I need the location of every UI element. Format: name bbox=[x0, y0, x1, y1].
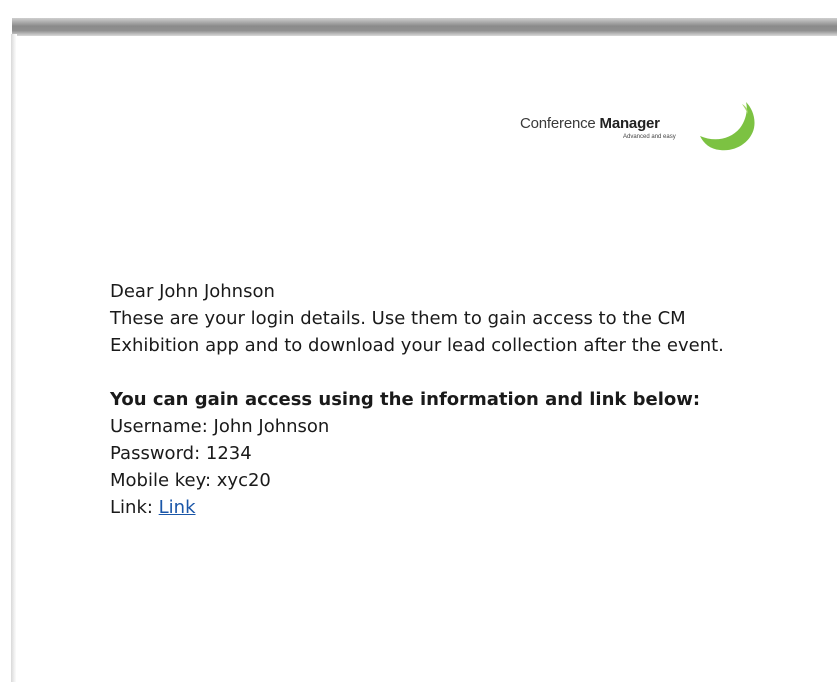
link-label: Link: bbox=[110, 497, 159, 518]
leaf-swoosh-icon bbox=[700, 102, 755, 151]
mobile-key-line: Mobile key: xyc20 bbox=[110, 467, 770, 494]
logo-name-second: Manager bbox=[599, 115, 660, 132]
logo-tagline: Advanced and easy bbox=[623, 134, 676, 140]
password-value: 1234 bbox=[205, 443, 252, 464]
email-preview: Conference Manager Advanced and easy Dea… bbox=[0, 0, 837, 682]
conference-manager-logo: Conference Manager Advanced and easy bbox=[520, 96, 760, 156]
username-line: Username: John Johnson bbox=[110, 413, 770, 440]
password-line: Password: 1234 bbox=[110, 440, 770, 467]
link-line: Link: Link bbox=[110, 494, 770, 521]
username-value: John Johnson bbox=[213, 416, 330, 437]
access-link[interactable]: Link bbox=[159, 497, 196, 518]
letter-body: Dear John Johnson These are your login d… bbox=[110, 278, 770, 521]
access-heading: You can gain access using the informatio… bbox=[110, 389, 701, 410]
logo-name-first: Conference bbox=[520, 115, 596, 132]
logo-wordmark: Conference Manager bbox=[520, 115, 660, 132]
mobile-key-value: xyc20 bbox=[216, 470, 271, 491]
greeting: Dear John Johnson bbox=[110, 281, 275, 302]
mobile-key-label: Mobile key: bbox=[110, 470, 217, 491]
window-top-bar bbox=[12, 18, 837, 36]
password-label: Password: bbox=[110, 443, 206, 464]
username-label: Username: bbox=[110, 416, 214, 437]
intro-paragraph: These are your login details. Use them t… bbox=[110, 308, 724, 356]
